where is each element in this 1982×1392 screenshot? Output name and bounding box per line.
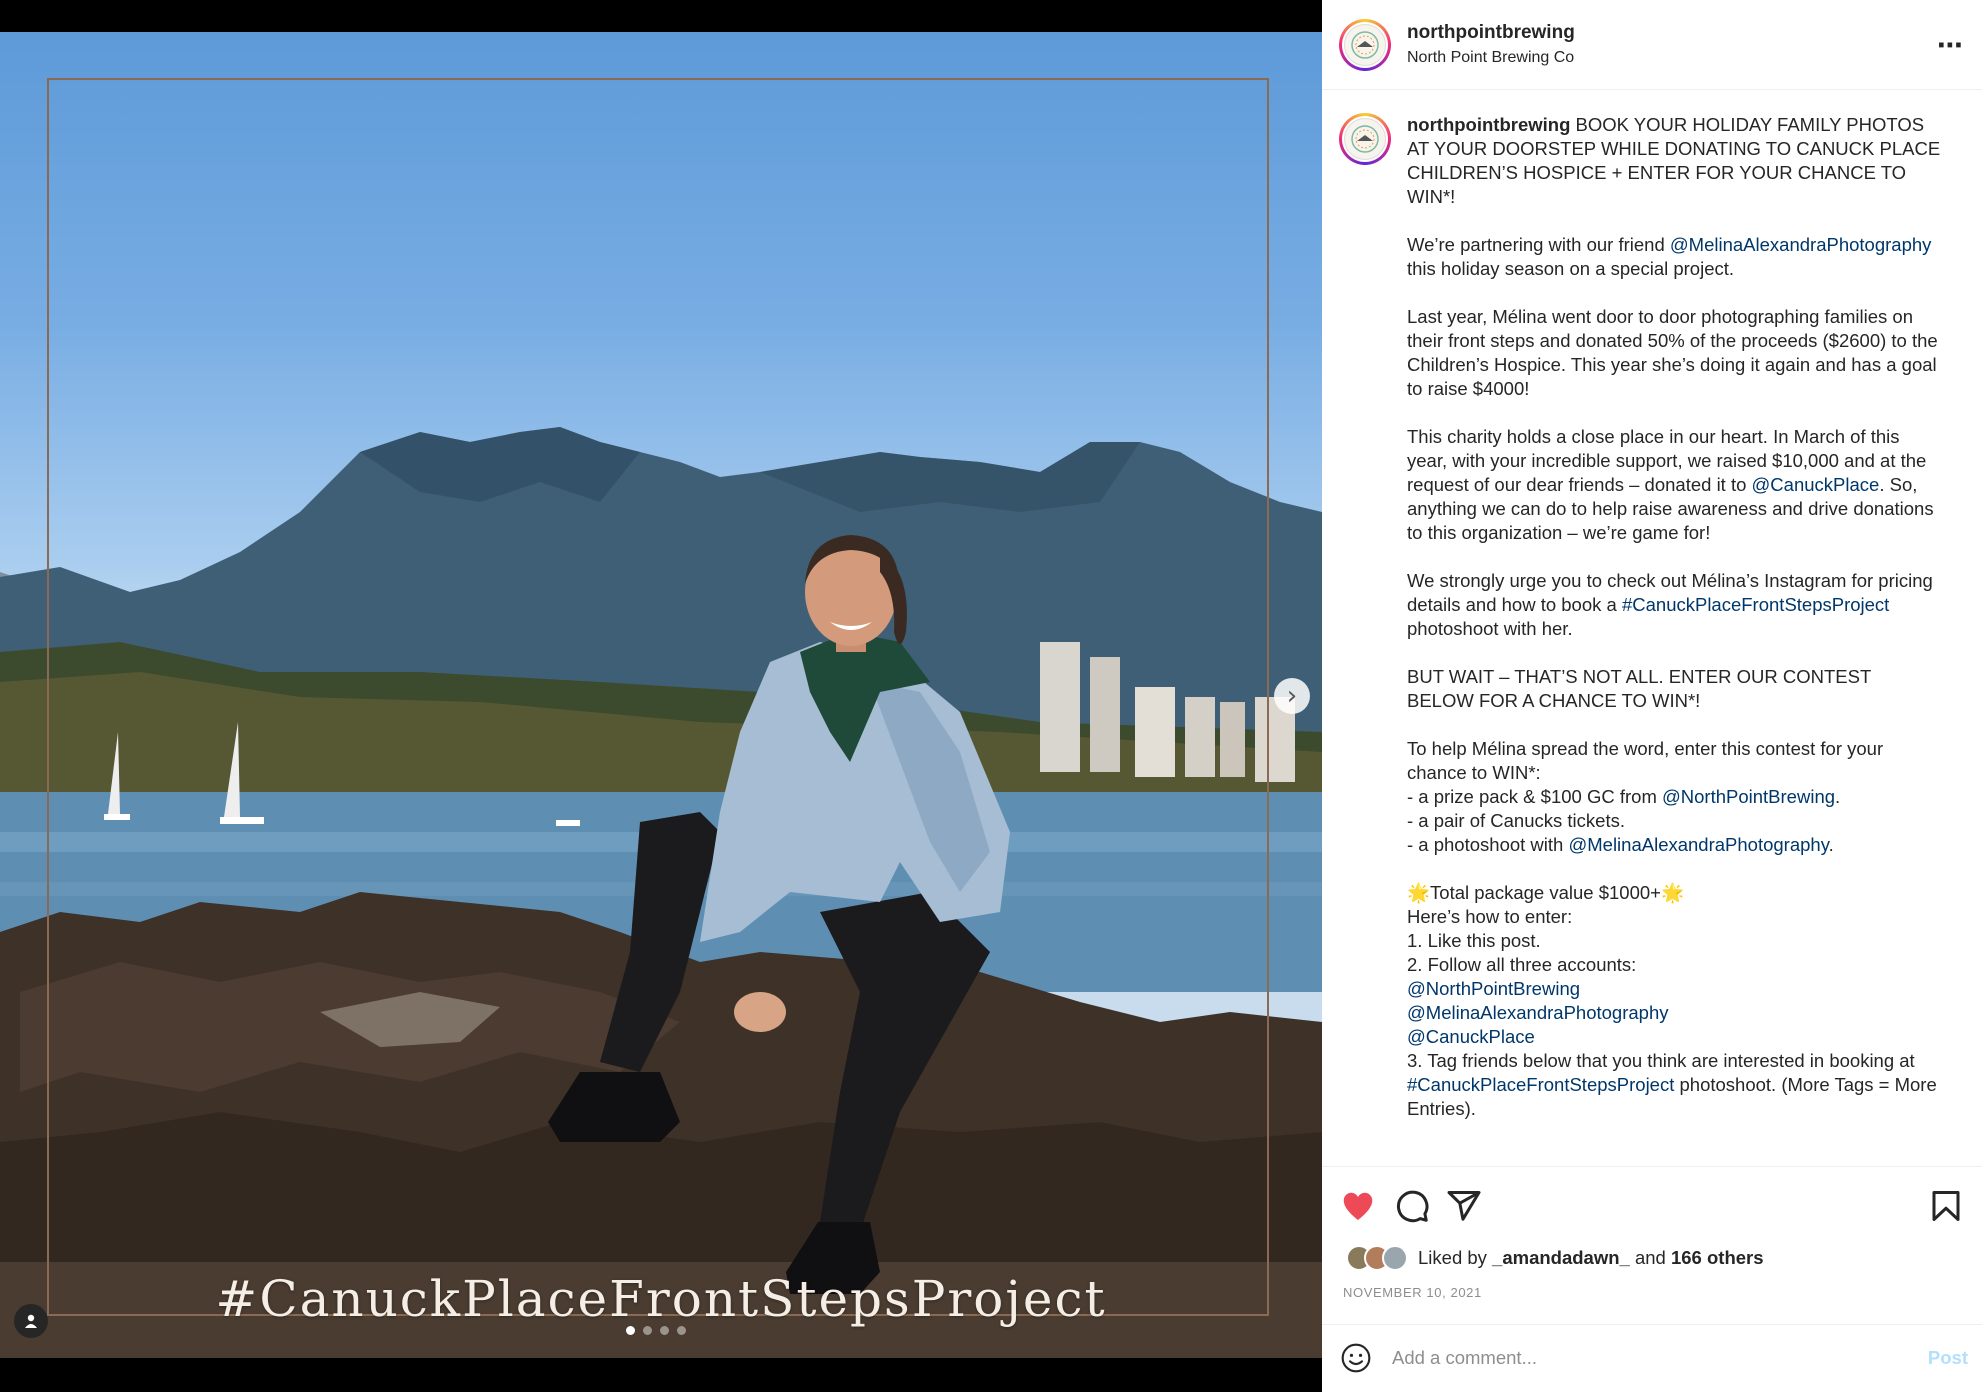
- caption-paragraph: To help Mélina spread the word, enter th…: [1407, 738, 1889, 783]
- tagged-users-button[interactable]: [14, 1304, 48, 1338]
- hashtag-link[interactable]: #CanuckPlaceFrontStepsProject: [1407, 1074, 1674, 1095]
- comment-input[interactable]: [1392, 1346, 1872, 1369]
- caption-paragraph: BUT WAIT – THAT’S NOT ALL. ENTER OUR CON…: [1407, 666, 1877, 711]
- caption-paragraph: We’re partnering with our friend: [1407, 234, 1670, 255]
- emoji-icon[interactable]: [1340, 1342, 1372, 1374]
- likes-summary: Liked by _amandadawn_ and 166 others: [1346, 1245, 1764, 1271]
- mention-link[interactable]: @CanuckPlace: [1407, 1026, 1535, 1047]
- caption-username[interactable]: northpointbrewing: [1407, 114, 1570, 135]
- more-options-icon[interactable]: ⋯: [1937, 30, 1964, 61]
- post-display-name: North Point Brewing Co: [1407, 49, 1575, 66]
- post-header: northpointbrewing North Point Brewing Co…: [1322, 0, 1982, 90]
- action-bar: [1340, 1188, 1964, 1226]
- post-details-panel: northpointbrewing North Point Brewing Co…: [1322, 0, 1982, 1392]
- user-icon: [25, 1314, 37, 1328]
- carousel-dot: [626, 1326, 635, 1335]
- likes-mid: and: [1629, 1247, 1671, 1268]
- brand-logo-icon: [1344, 23, 1386, 66]
- next-image-button[interactable]: ›: [1274, 678, 1310, 714]
- comment-bar: Post: [1322, 1324, 1982, 1390]
- caption-line: .: [1835, 786, 1841, 807]
- caption-line: 3. Tag friends below that you think are …: [1407, 1050, 1920, 1071]
- caption-line: - a prize pack & $100 GC from: [1407, 786, 1662, 807]
- mention-link[interactable]: @MelinaAlexandraPhotography: [1407, 1002, 1669, 1023]
- photo-scene: [0, 427, 1322, 1358]
- post-actions-section: Liked by _amandadawn_ and 166 others NOV…: [1322, 1166, 1982, 1386]
- liked-by-user[interactable]: _amandadawn_: [1492, 1247, 1630, 1268]
- likes-count[interactable]: 166 others: [1671, 1247, 1764, 1268]
- mention-link[interactable]: @NorthPointBrewing: [1407, 978, 1580, 999]
- caption-line: 1. Like this post.: [1407, 930, 1541, 951]
- liker-avatar: [1382, 1245, 1408, 1271]
- caption-avatar[interactable]: [1339, 113, 1391, 165]
- caption-text: northpointbrewing BOOK YOUR HOLIDAY FAMI…: [1407, 113, 1942, 1166]
- caption-line: 🌟Total package value $1000+🌟: [1407, 882, 1684, 903]
- instagram-post-window: #CanuckPlaceFrontStepsProject › northpoi…: [0, 0, 1982, 1392]
- likes-text[interactable]: Liked by _amandadawn_ and 166 others: [1418, 1247, 1764, 1269]
- brand-logo-icon: [1344, 118, 1386, 160]
- caption-paragraph: Last year, Mélina went door to door phot…: [1407, 306, 1943, 399]
- comment-icon[interactable]: [1394, 1188, 1430, 1224]
- carousel-dot: [643, 1326, 652, 1335]
- mention-link[interactable]: @NorthPointBrewing: [1662, 786, 1835, 807]
- mention-link[interactable]: @MelinaAlexandraPhotography: [1670, 234, 1932, 255]
- post-comment-button[interactable]: Post: [1928, 1347, 1968, 1369]
- post-username[interactable]: northpointbrewing: [1407, 22, 1575, 44]
- avatar[interactable]: [1339, 18, 1391, 71]
- post-date[interactable]: NOVEMBER 10, 2021: [1343, 1285, 1482, 1300]
- caption-line: 2. Follow all three accounts:: [1407, 954, 1637, 975]
- mention-link[interactable]: @CanuckPlace: [1752, 474, 1880, 495]
- mention-link[interactable]: @MelinaAlexandraPhotography: [1568, 834, 1828, 855]
- carousel-dots: [626, 1326, 686, 1335]
- carousel-dot: [677, 1326, 686, 1335]
- likes-prefix: Liked by: [1418, 1247, 1493, 1268]
- chevron-right-icon: ›: [1286, 681, 1298, 711]
- caption-section: northpointbrewing BOOK YOUR HOLIDAY FAMI…: [1322, 91, 1982, 1166]
- image-hashtag-overlay: #CanuckPlaceFrontStepsProject: [215, 1270, 1107, 1328]
- caption-line: - a photoshoot with: [1407, 834, 1569, 855]
- caption-line: - a pair of Canucks tickets.: [1407, 810, 1625, 831]
- caption-line: Here’s how to enter:: [1407, 906, 1573, 927]
- heart-filled-icon[interactable]: [1340, 1188, 1376, 1224]
- carousel-dot: [660, 1326, 669, 1335]
- bookmark-icon[interactable]: [1928, 1188, 1964, 1224]
- hashtag-link[interactable]: #CanuckPlaceFrontStepsProject: [1622, 594, 1889, 615]
- share-icon[interactable]: [1446, 1188, 1482, 1224]
- caption-line: .: [1828, 834, 1834, 855]
- post-image[interactable]: #CanuckPlaceFrontStepsProject ›: [0, 32, 1322, 1358]
